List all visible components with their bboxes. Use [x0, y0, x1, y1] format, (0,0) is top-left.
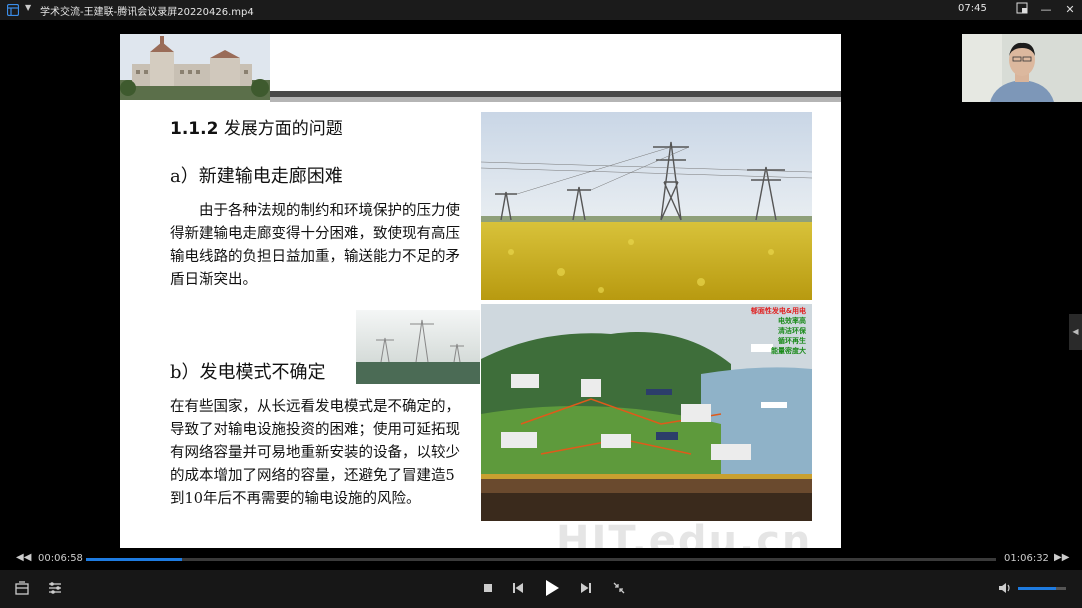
title-bar: ▼ 学术交流-王建联-腾讯会议录屏20220426.mp4 07:45 — ✕ — [0, 0, 1082, 20]
header-bar-accent — [270, 97, 841, 102]
stop-icon[interactable] — [483, 583, 493, 593]
playlist-icon[interactable] — [15, 581, 29, 595]
shrink-icon[interactable] — [613, 582, 625, 594]
volume-icon[interactable] — [998, 582, 1012, 594]
control-bar — [0, 570, 1082, 608]
volume-slider-fill — [1018, 587, 1057, 590]
presentation-slide: 1.1.2 发展方面的问题 a）新建输电走廊困难 由于各种法规的制约和环境保护的… — [120, 34, 841, 551]
video-area[interactable]: 1.1.2 发展方面的问题 a）新建输电走廊困难 由于各种法规的制约和环境保护的… — [0, 20, 1082, 551]
energy-label: 能量密度大 — [771, 347, 806, 355]
app-logo-icon[interactable] — [7, 4, 19, 16]
section-b-body: 在有些国家，从长远看发电模式是不确定的，导致了对输电设施投资的困难；使用可延拓现… — [170, 399, 460, 507]
section-a-title: a）新建输电走廊困难 — [170, 166, 343, 187]
heading-text: 发展方面的问题 — [223, 119, 343, 139]
energy-benefit-labels: 郁面性发电&用电 电效率高 清洁环保 循环再生 能量密度大 — [751, 306, 806, 356]
minimize-icon[interactable]: — — [1038, 2, 1054, 18]
misty-towers-photo — [356, 310, 480, 384]
settings-sliders-icon[interactable] — [48, 581, 62, 595]
seek-bar[interactable] — [86, 558, 996, 561]
watermark: HIT.edu.cn — [556, 518, 813, 551]
rewind-icon[interactable]: ◀◀ — [16, 552, 31, 563]
side-panel-toggle[interactable]: ◀ — [1069, 314, 1082, 350]
campus-building-image — [120, 34, 270, 100]
energy-label: 电效率高 — [778, 317, 806, 325]
energy-system-illustration: 郁面性发电&用电 电效率高 清洁环保 循环再生 能量密度大 — [481, 304, 812, 521]
play-icon[interactable] — [543, 579, 561, 597]
energy-label: 郁面性发电&用电 — [750, 307, 806, 315]
progress-row: ◀◀ 00:06:58 01:06:32 ▶▶ — [0, 548, 1082, 570]
elapsed-time: 00:06:58 — [38, 553, 83, 564]
seek-bar-fill — [86, 558, 182, 561]
section-b-title: b）发电模式不确定 — [170, 362, 326, 383]
heading-number: 1.1.2 — [170, 119, 219, 139]
volume-slider[interactable] — [1018, 587, 1066, 590]
fast-forward-icon[interactable]: ▶▶ — [1054, 552, 1069, 563]
clock: 07:45 — [958, 3, 987, 14]
window-title: 学术交流-王建联-腾讯会议录屏20220426.mp4 — [40, 7, 254, 18]
menu-dropdown-icon[interactable]: ▼ — [25, 3, 31, 12]
slide-heading: 1.1.2 发展方面的问题 — [170, 114, 343, 139]
close-icon[interactable]: ✕ — [1062, 2, 1078, 18]
transmission-towers-field-photo — [481, 112, 812, 300]
section-a-body: 由于各种法规的制约和环境保护的压力使得新建输电走廊变得十分困难，致使现有高压输电… — [170, 203, 460, 288]
webcam-thumbnail[interactable] — [962, 34, 1082, 102]
total-duration: 01:06:32 — [1004, 553, 1049, 564]
energy-label: 清洁环保 — [778, 327, 806, 335]
energy-label: 循环再生 — [778, 337, 806, 345]
pip-icon[interactable] — [1014, 2, 1030, 18]
next-icon[interactable] — [580, 582, 592, 594]
previous-icon[interactable] — [512, 582, 524, 594]
